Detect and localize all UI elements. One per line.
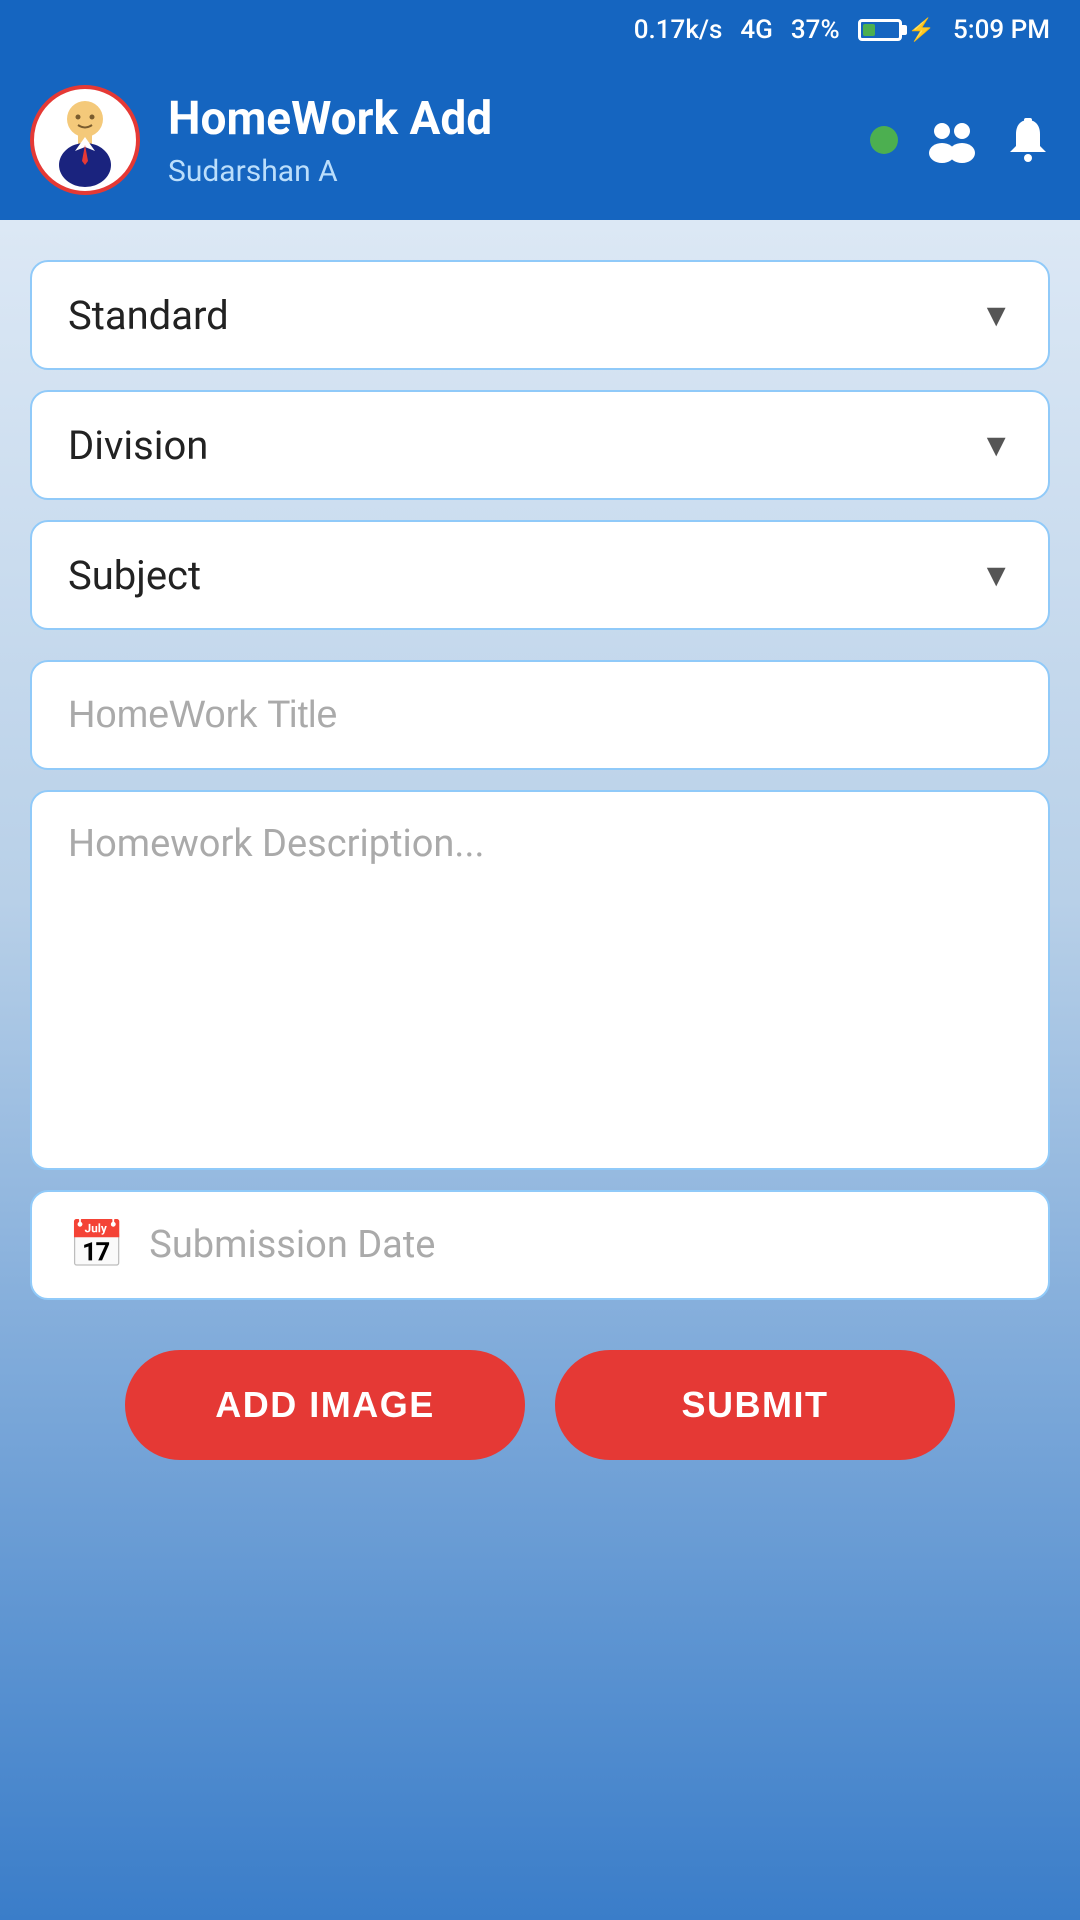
page-title: HomeWork Add <box>168 92 842 146</box>
division-chevron-icon: ▼ <box>980 426 1012 464</box>
submission-date-field[interactable]: 📅 Submission Date <box>30 1190 1050 1300</box>
division-label: Division <box>68 422 208 469</box>
user-name: Sudarshan A <box>168 154 842 189</box>
subject-label: Subject <box>68 552 201 599</box>
notification-bell-icon[interactable] <box>1006 116 1050 164</box>
battery-percent: 37% <box>791 15 840 45</box>
submit-button[interactable]: SUBMIT <box>555 1350 955 1460</box>
header-actions <box>870 116 1050 164</box>
battery-icon: ⚡ <box>858 18 935 43</box>
subject-chevron-icon: ▼ <box>980 556 1012 594</box>
standard-label: Standard <box>68 292 229 339</box>
signal-type: 4G <box>740 15 773 45</box>
online-status-dot <box>870 126 898 154</box>
calendar-icon: 📅 <box>68 1218 125 1272</box>
main-content: Standard ▼ Division ▼ Subject ▼ 📅 Submis… <box>0 220 1080 1920</box>
homework-title-input[interactable] <box>30 660 1050 770</box>
action-buttons: ADD IMAGE SUBMIT <box>30 1350 1050 1460</box>
avatar-image <box>45 93 125 188</box>
standard-dropdown[interactable]: Standard ▼ <box>30 260 1050 370</box>
dropdown-section: Standard ▼ Division ▼ Subject ▼ <box>30 260 1050 630</box>
avatar <box>30 85 140 195</box>
group-icon[interactable] <box>926 117 978 163</box>
header-info: HomeWork Add Sudarshan A <box>168 92 842 189</box>
division-dropdown[interactable]: Division ▼ <box>30 390 1050 500</box>
network-speed: 0.17k/s <box>634 15 723 45</box>
subject-dropdown[interactable]: Subject ▼ <box>30 520 1050 630</box>
homework-description-textarea[interactable] <box>30 790 1050 1170</box>
app-header: HomeWork Add Sudarshan A <box>0 60 1080 220</box>
standard-chevron-icon: ▼ <box>980 296 1012 334</box>
date-placeholder-text: Submission Date <box>149 1223 435 1267</box>
time-display: 5:09 PM <box>953 15 1050 45</box>
add-image-button[interactable]: ADD IMAGE <box>125 1350 525 1460</box>
status-bar: 0.17k/s 4G 37% ⚡ 5:09 PM <box>0 0 1080 60</box>
